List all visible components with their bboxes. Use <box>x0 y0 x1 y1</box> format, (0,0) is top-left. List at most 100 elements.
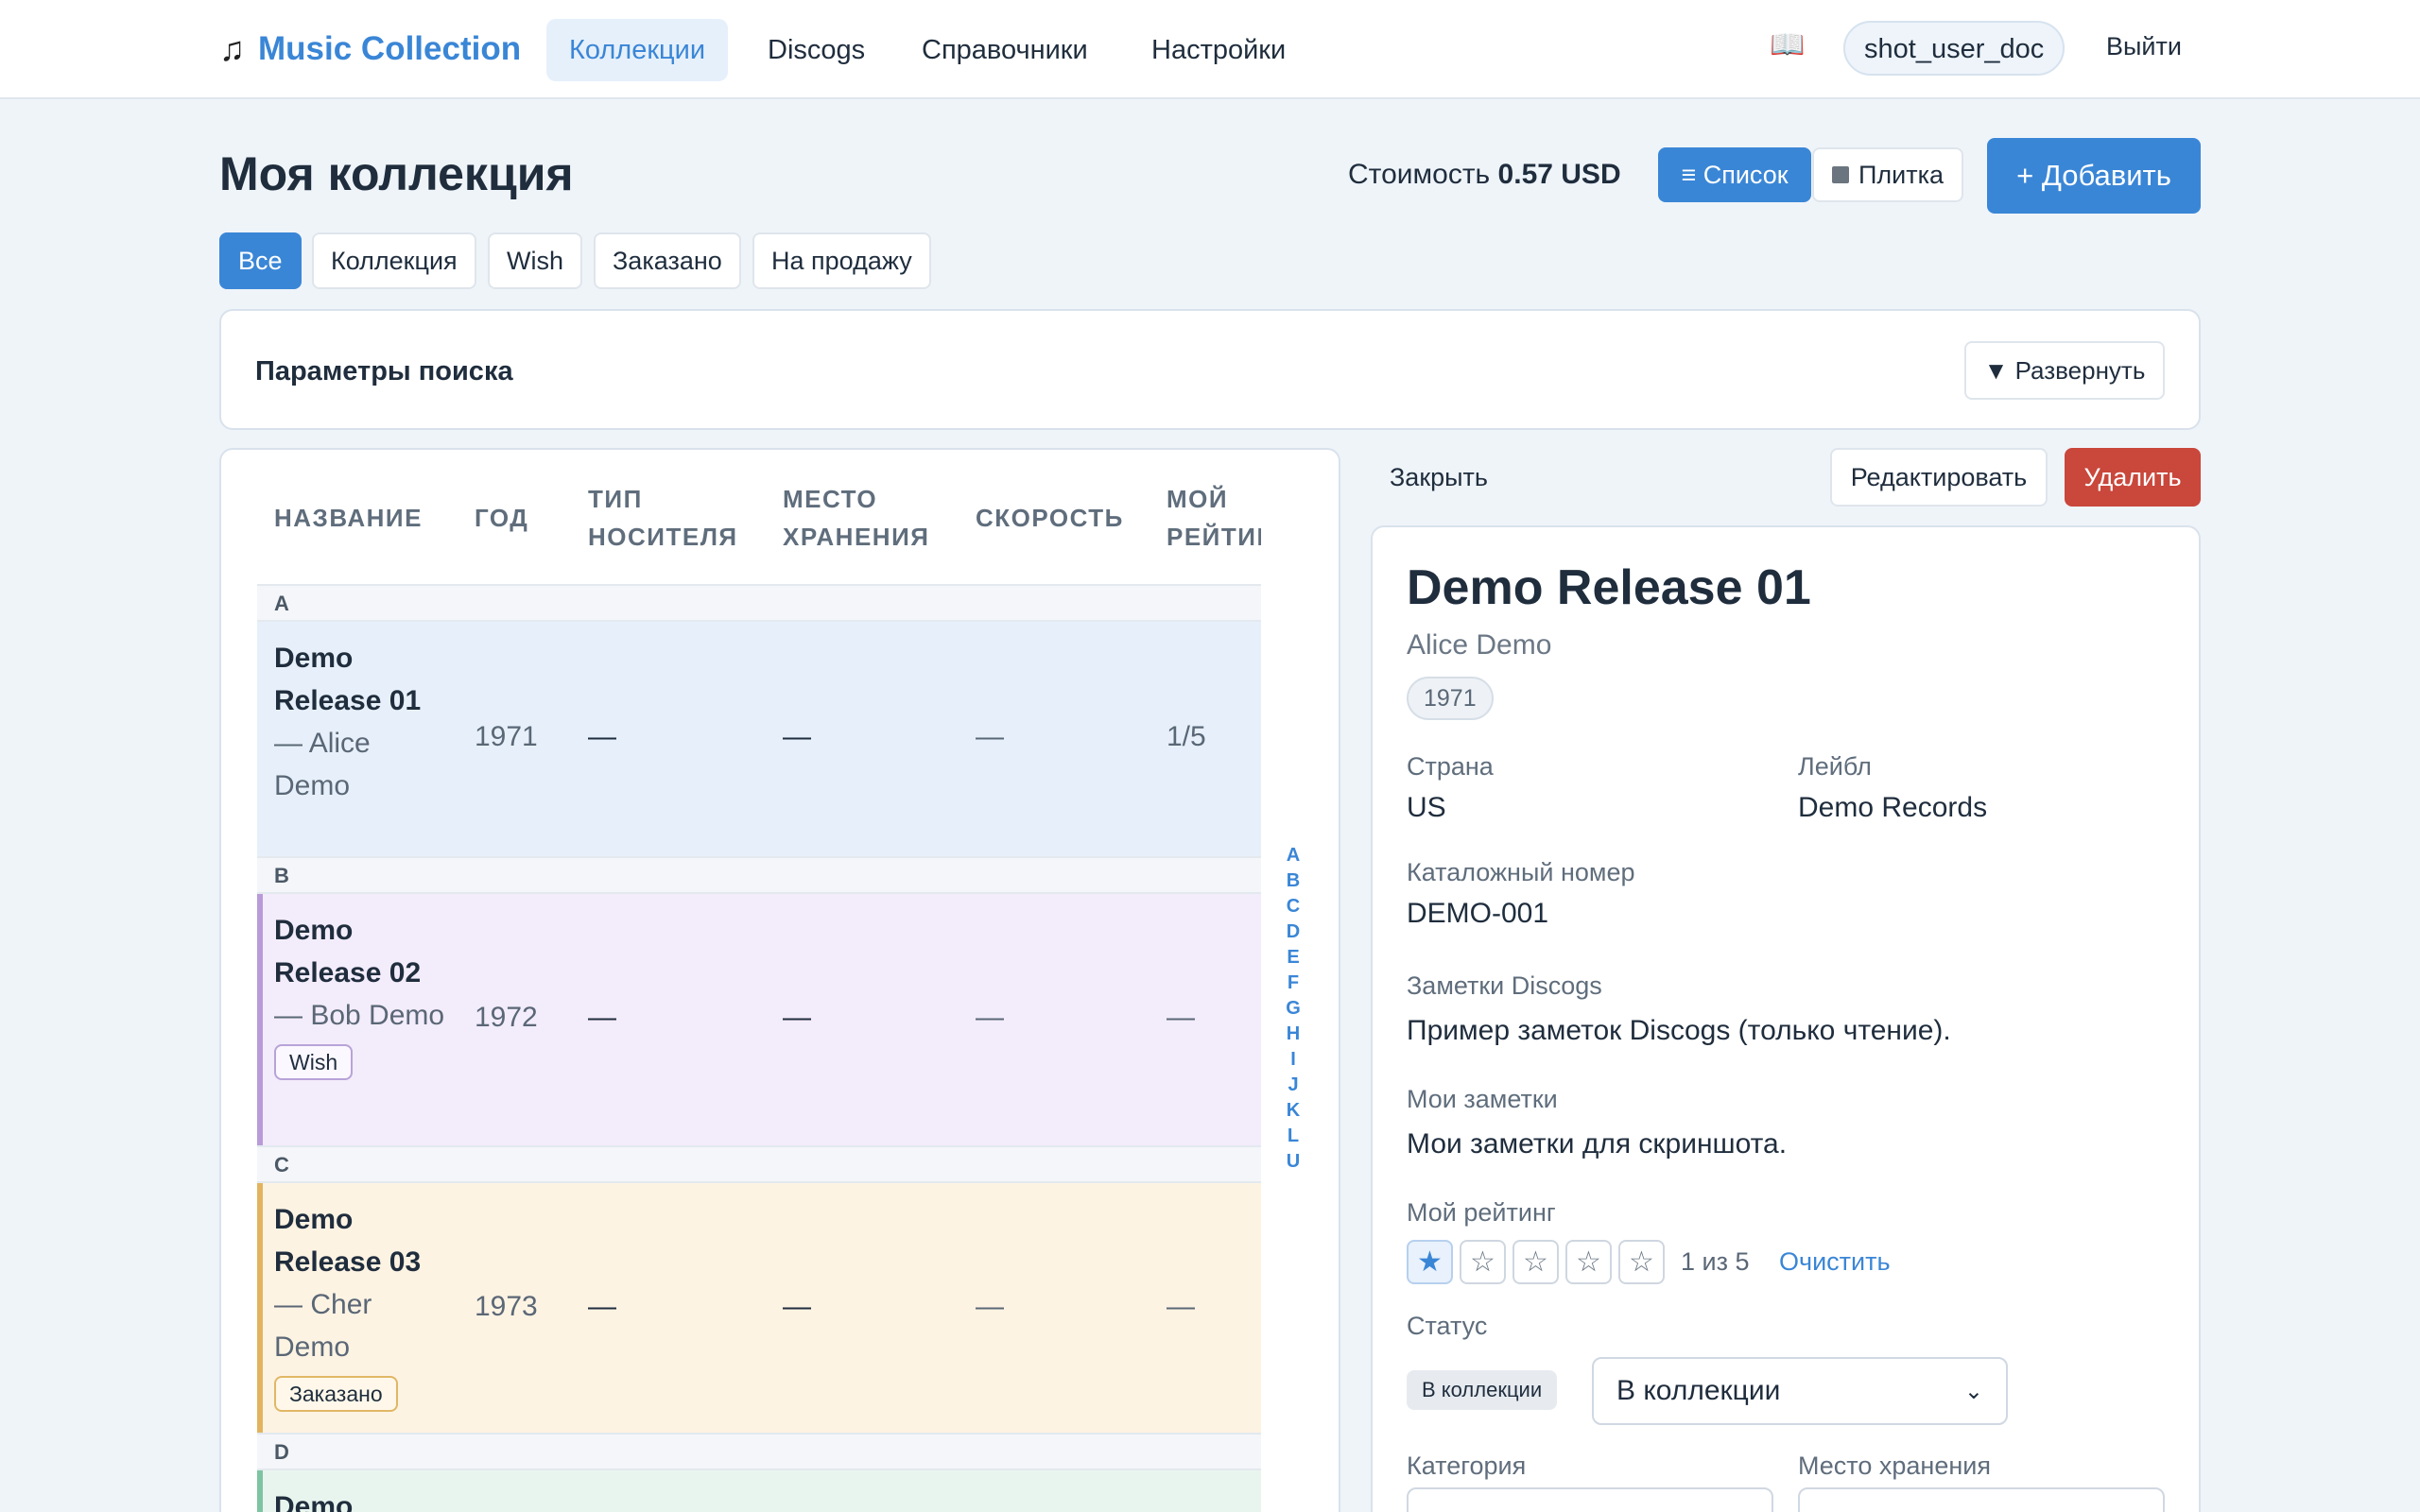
row-year: 1971 <box>475 721 538 752</box>
row-status-bar <box>257 894 263 1145</box>
row-media: — <box>588 1002 616 1033</box>
row-title[interactable]: Demo Release 02 — Bob Demo Wish <box>274 909 449 1082</box>
status-select[interactable]: В коллекции ⌄ <box>1592 1357 2008 1425</box>
tile-icon <box>1831 166 1849 183</box>
release-title: Demo Release 01 <box>1407 560 1811 615</box>
row-title[interactable]: Demo Release 01 — Alice Demo <box>274 637 449 807</box>
label-value: Demo Records <box>1798 792 1988 823</box>
col-year[interactable]: ГОД <box>475 499 528 537</box>
table-row[interactable]: Demo Release <box>257 1470 1261 1512</box>
star-icon[interactable]: ☆ <box>1460 1240 1506 1284</box>
status-label: Статус <box>1407 1312 1488 1340</box>
alpha-letter-e[interactable]: E <box>1287 945 1299 971</box>
filter-collection[interactable]: Коллекция <box>312 232 476 289</box>
top-nav: ♫ Music Collection Коллекции Discogs Спр… <box>0 0 2420 99</box>
nav-settings[interactable]: Настройки <box>1129 19 1308 81</box>
collection-cost: Стоимость 0.57 USD <box>1348 159 1621 191</box>
release-table: НАЗВАНИЕ ГОД ТИП НОСИТЕЛЯ МЕСТО ХРАНЕНИЯ… <box>219 448 1340 1512</box>
rating-stars: ★ ☆ ☆ ☆ ☆ <box>1407 1240 1665 1284</box>
filter-ordered[interactable]: Заказано <box>594 232 741 289</box>
col-my-rating[interactable]: МОЙ РЕЙТИНГ <box>1167 480 1261 556</box>
row-status-bar <box>257 1183 263 1433</box>
storage-label: Место хранения <box>1798 1452 1991 1480</box>
chevron-down-icon: ⌄ <box>1963 1378 1983 1404</box>
filter-wish[interactable]: Wish <box>488 232 582 289</box>
close-link[interactable]: Закрыть <box>1390 463 1488 492</box>
alpha-letter-l[interactable]: L <box>1288 1124 1299 1149</box>
col-speed[interactable]: СКОРОСТЬ <box>976 499 1124 537</box>
table-row[interactable]: Demo Release 02 — Bob Demo Wish 1972 — — … <box>257 894 1261 1147</box>
alpha-letter-j[interactable]: J <box>1288 1073 1298 1098</box>
rating-clear-link[interactable]: Очистить <box>1779 1247 1891 1277</box>
logout-link[interactable]: Выйти <box>2106 32 2182 61</box>
filter-for-sale[interactable]: На продажу <box>752 232 931 289</box>
add-button[interactable]: + Добавить <box>1987 138 2201 214</box>
table-header: НАЗВАНИЕ ГОД ТИП НОСИТЕЛЯ МЕСТО ХРАНЕНИЯ… <box>257 450 1261 586</box>
page-title: Моя коллекция <box>219 147 574 200</box>
nav-collections[interactable]: Коллекции <box>546 19 729 81</box>
alpha-letter-i[interactable]: I <box>1290 1047 1296 1073</box>
book-icon[interactable]: 📖 <box>1770 28 1805 61</box>
year-pill: 1971 <box>1407 677 1494 720</box>
row-title[interactable]: Demo Release <box>274 1486 449 1512</box>
catno-label: Каталожный номер <box>1407 858 1635 886</box>
row-speed: — <box>976 1002 1004 1033</box>
discogs-notes-value: Пример заметок Discogs (только чтение). <box>1407 1015 1951 1046</box>
row-speed: — <box>976 1291 1004 1322</box>
my-notes-value[interactable]: Мои заметки для скриншота. <box>1407 1128 1787 1160</box>
filter-all[interactable]: Все <box>219 232 302 289</box>
alpha-letter-a[interactable]: A <box>1287 843 1300 868</box>
status-select-value: В коллекции <box>1616 1375 1781 1406</box>
row-media: — <box>588 1291 616 1322</box>
alpha-letter-d[interactable]: D <box>1287 919 1300 945</box>
delete-button[interactable]: Удалить <box>2065 448 2201 507</box>
alpha-letter-f[interactable]: F <box>1288 971 1299 996</box>
alpha-letter-c[interactable]: C <box>1287 894 1300 919</box>
edit-button[interactable]: Редактировать <box>1830 448 2048 507</box>
alpha-letter-k[interactable]: K <box>1287 1098 1300 1124</box>
alpha-letter-u[interactable]: U <box>1287 1149 1300 1175</box>
brand-name: Music Collection <box>258 30 522 67</box>
table-row[interactable]: Demo Release 01 — Alice Demo 1971 — — — … <box>257 622 1261 858</box>
view-tile-label: Плитка <box>1858 160 1945 189</box>
ordered-badge: Заказано <box>274 1376 398 1412</box>
category-label: Категория <box>1407 1452 1527 1480</box>
rating-text: 1 из 5 <box>1681 1247 1750 1276</box>
release-artist[interactable]: Alice Demo <box>1407 629 1551 662</box>
alpha-letter-h[interactable]: H <box>1287 1022 1300 1047</box>
label-label: Лейбл <box>1798 752 1872 781</box>
row-rating: — <box>1167 1002 1195 1033</box>
col-storage[interactable]: МЕСТО ХРАНЕНИЯ <box>783 480 929 556</box>
group-header-d: D <box>257 1435 1261 1470</box>
release-detail-card: Demo Release 01 Alice Demo 1971 Страна U… <box>1371 525 2201 1512</box>
my-notes-label: Мои заметки <box>1407 1085 1558 1113</box>
discogs-notes-label: Заметки Discogs <box>1407 971 1602 1000</box>
group-header-a: A <box>257 586 1261 622</box>
alpha-letter-g[interactable]: G <box>1286 996 1301 1022</box>
storage-select[interactable] <box>1798 1487 2165 1512</box>
row-status-bar <box>257 1470 263 1512</box>
user-chip[interactable]: shot_user_doc <box>1843 21 2066 76</box>
row-storage: — <box>783 1002 811 1033</box>
nav-references[interactable]: Справочники <box>899 19 1111 81</box>
star-icon[interactable]: ★ <box>1407 1240 1453 1284</box>
row-title[interactable]: Demo Release 03 — Cher Demo Заказано <box>274 1198 449 1414</box>
star-icon[interactable]: ☆ <box>1565 1240 1612 1284</box>
row-year: 1973 <box>475 1291 538 1322</box>
nav-discogs[interactable]: Discogs <box>745 19 888 81</box>
category-select[interactable] <box>1407 1487 1773 1512</box>
view-list-button[interactable]: ≡ Список <box>1658 147 1811 202</box>
alpha-letter-b[interactable]: B <box>1287 868 1300 894</box>
group-header-b: B <box>257 858 1261 894</box>
status-badge: В коллекции <box>1407 1370 1558 1410</box>
star-icon[interactable]: ☆ <box>1618 1240 1665 1284</box>
star-icon[interactable]: ☆ <box>1512 1240 1559 1284</box>
row-rating: — <box>1167 1291 1195 1322</box>
view-tile-button[interactable]: Плитка <box>1812 147 1963 202</box>
table-row[interactable]: Demo Release 03 — Cher Demo Заказано 1973… <box>257 1183 1261 1435</box>
col-media-type[interactable]: ТИП НОСИТЕЛЯ <box>588 480 738 556</box>
brand[interactable]: ♫ Music Collection <box>219 25 521 74</box>
col-title[interactable]: НАЗВАНИЕ <box>274 499 423 537</box>
rating-label: Мой рейтинг <box>1407 1198 1556 1227</box>
expand-button[interactable]: ▼ Развернуть <box>1964 341 2165 400</box>
